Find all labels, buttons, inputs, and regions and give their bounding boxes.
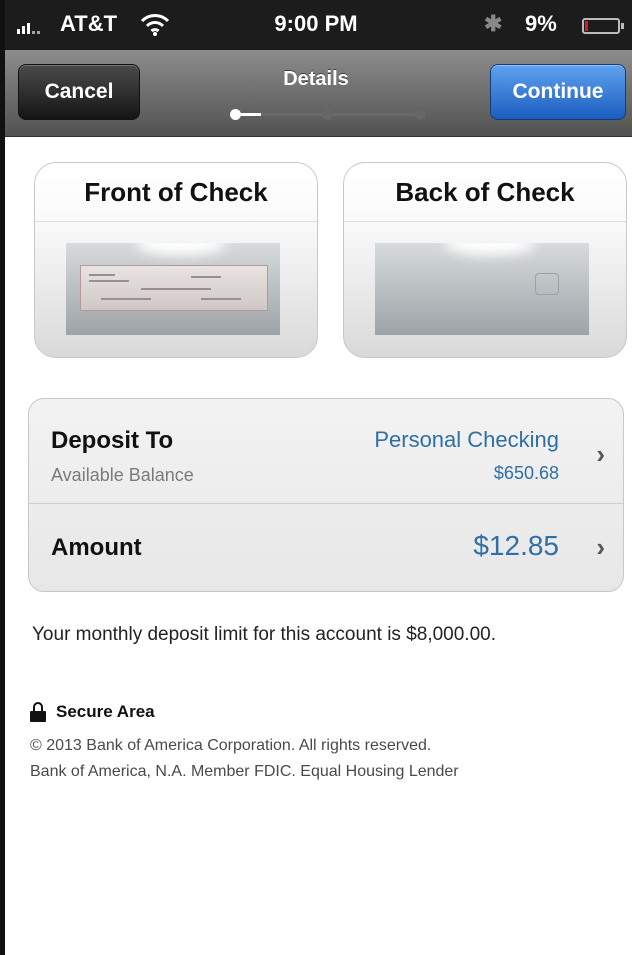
progress-step-3	[415, 109, 426, 120]
back-of-check-card[interactable]: Back of Check	[343, 162, 627, 358]
battery-percent: 9%	[525, 11, 557, 36]
secure-area: Secure Area	[30, 702, 155, 722]
lock-icon	[30, 702, 46, 722]
deposit-to-label: Deposit To	[51, 427, 174, 454]
progress-indicator	[230, 108, 426, 122]
copyright-text: © 2013 Bank of America Corporation. All …	[30, 737, 432, 754]
deposit-to-row[interactable]: Deposit To Available Balance Personal Ch…	[29, 399, 623, 503]
secure-area-label: Secure Area	[56, 702, 155, 721]
available-balance-value: $650.68	[493, 463, 559, 483]
amount-row[interactable]: Amount $12.85 ›	[29, 504, 623, 591]
check-front-image	[66, 243, 280, 335]
progress-step-1	[230, 109, 241, 120]
available-balance-label: Available Balance	[51, 465, 194, 485]
front-of-check-card[interactable]: Front of Check	[34, 162, 318, 358]
amount-value: $12.85	[473, 530, 559, 561]
chevron-right-icon: ›	[596, 532, 605, 562]
continue-button[interactable]: Continue	[490, 64, 626, 120]
progress-step-2	[322, 109, 333, 120]
deposit-details-panel: Deposit To Available Balance Personal Ch…	[28, 398, 624, 592]
status-bar: AT&T 9:00 PM ✱ 9%	[0, 0, 632, 50]
battery-level-fill	[585, 21, 588, 31]
battery-icon	[582, 18, 624, 34]
fdic-text: Bank of America, N.A. Member FDIC. Equal…	[30, 763, 459, 780]
app-screen: AT&T 9:00 PM ✱ 9% Cancel Details Continu…	[0, 0, 632, 955]
deposit-account-value: Personal Checking	[374, 427, 559, 452]
amount-label: Amount	[51, 534, 142, 561]
front-of-check-title: Front of Check	[84, 177, 268, 207]
navigation-bar: Cancel Details Continue	[0, 50, 632, 137]
chevron-right-icon: ›	[596, 439, 605, 469]
check-back-image	[375, 243, 589, 335]
deposit-limit-text: Your monthly deposit limit for this acco…	[32, 624, 496, 645]
back-of-check-title: Back of Check	[395, 177, 575, 207]
bluetooth-icon: ✱	[484, 11, 503, 36]
